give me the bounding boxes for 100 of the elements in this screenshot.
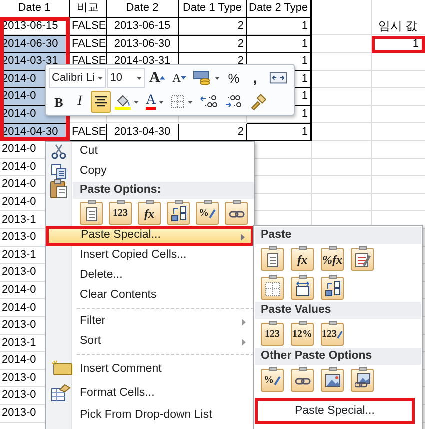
font-size-dropdown[interactable]: 10 [107,68,146,88]
transpose-icon [170,206,186,222]
paste-link-button[interactable] [225,202,248,225]
money-icon [193,70,212,86]
formatting-button[interactable]: 123 [321,323,344,346]
menu-item[interactable]: Delete... [46,266,254,286]
triangle-up-icon [160,76,166,80]
italic-button[interactable]: I [70,91,90,113]
table-cell: 1 [372,36,425,54]
menu-item[interactable]: Insert Copied Cells... [46,246,254,266]
table-cell: FALSE [70,36,107,54]
menu-item[interactable]: Clear Contents [46,286,254,306]
table-cell: 2013-06-15 [107,18,179,36]
formatting-button[interactable]: % [196,202,219,225]
table-cell-text: 2013-0 [1,318,38,334]
picture-button[interactable] [321,369,344,392]
table-cell: 1 [247,36,312,54]
menu-item[interactable]: Cut [46,142,254,162]
align-center-button[interactable] [91,91,111,113]
document-icon [264,252,280,268]
column-header: Date 1 [0,0,70,18]
note-icon [51,360,73,376]
borders-icon [171,95,186,109]
submenu-arrow-icon [242,339,246,346]
transpose-button[interactable] [321,277,344,300]
table-cell: 2 [179,18,247,36]
menu-item[interactable]: Filter [46,312,254,332]
column-header: Date 2 Type [247,0,312,18]
values-button[interactable]: 123 [261,323,284,346]
paint-bucket-icon [115,94,131,110]
increase-decimal-icon [200,95,218,109]
document-icon [84,206,100,222]
table-cell-text: 2014-0 [1,160,38,175]
font-color-button[interactable]: A [143,91,168,113]
table-cell: 2013-06-30 [107,36,179,54]
paste-link-button[interactable] [291,369,314,392]
table-cell: FALSE [70,18,107,36]
table-cell-text: 2014-0 [1,353,38,368]
column-header: 비교 [70,0,107,18]
submenu-arrow-icon [242,319,246,326]
menu-section-header: Paste [255,227,421,244]
no-borders-button[interactable] [261,277,284,300]
table-cell-text: 2013-0 [1,370,38,386]
caret-icon [137,76,142,80]
paste-button[interactable] [80,202,103,225]
keep-widths-button[interactable] [291,277,314,300]
decrease-decimal-icon [225,95,244,109]
column-header: Date 2 [107,0,179,18]
caret-icon [98,76,104,80]
table-cell-text: 2013-0 [1,230,38,246]
transpose-icon [324,280,340,296]
menu-item[interactable]: Format Cells... [46,382,254,406]
menu-section-header: Paste Options: [73,182,254,199]
menu-section-header: Paste Values [255,302,421,319]
table-cell: 1 [247,18,312,36]
formulas-button[interactable]: fx [138,202,161,225]
formatting-button[interactable]: % [261,369,284,392]
values-button[interactable]: 123 [109,202,132,225]
keep-formatting-button[interactable] [351,248,374,271]
formulas-button[interactable]: %fx [321,248,344,271]
menu-section-header: Other Paste Options [255,348,421,365]
table-cell-text: 2013-1 [1,248,38,263]
table-cell-text: 2014-0 [1,177,38,192]
clipboard-icon [50,179,68,199]
table-cell-text: 2014-0 [1,282,38,298]
menu-item[interactable]: Insert Comment [46,358,254,382]
table-cell-text: 2014-0 [1,194,38,210]
copy-icon [51,164,67,180]
table-cell-text: 2014-0 [1,300,38,316]
table-cell: 2 [179,36,247,54]
linked-picture-icon [354,372,370,388]
brush-icon [337,330,343,340]
values-button[interactable]: 12% [291,323,314,346]
menu-item[interactable]: Copy [46,162,254,182]
paste-button[interactable] [261,248,284,271]
menu-item[interactable]: Sort [46,332,254,352]
scissors-icon [51,144,67,160]
font-name-dropdown[interactable]: Calibri Li [49,68,106,88]
menu-item[interactable]: Paste Special... [255,398,415,424]
column-width-icon [294,280,310,296]
table-cell-text: 2013-0 [1,265,38,280]
submenu-arrow-icon [241,234,245,241]
align-center-icon [94,96,108,108]
menu-item[interactable]: Paste Special... [46,226,254,246]
format-cells-icon [51,384,71,402]
table-cell-text: 2013-0 [1,406,38,422]
triangle-down-icon [181,76,186,80]
transpose-button[interactable] [167,202,190,225]
linked-picture-button[interactable] [351,369,374,392]
formulas-button[interactable]: fx [291,248,314,271]
brush-icon [209,208,216,218]
table-cell-text: 임시 값 [377,18,419,35]
brush-icon [274,376,281,386]
column-header: Date 1 Type [179,0,247,18]
table-cell-text: 2013-1 [1,212,38,228]
picture-icon [324,372,340,388]
table-cell-text: 2013-1 [1,336,38,351]
document-brush-icon [354,252,370,268]
menu-item[interactable]: Pick From Drop-down List [46,406,254,426]
table-cell-text: 2014-0 [1,142,38,158]
